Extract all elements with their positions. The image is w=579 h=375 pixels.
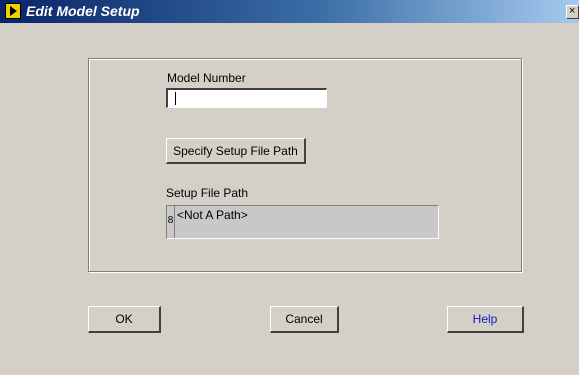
help-button[interactable]: Help bbox=[447, 306, 524, 333]
model-number-field[interactable] bbox=[166, 88, 327, 108]
app-icon bbox=[5, 3, 21, 19]
cancel-button[interactable]: Cancel bbox=[270, 306, 339, 333]
setup-file-path-field[interactable]: 8 <Not A Path> bbox=[166, 205, 439, 239]
close-button[interactable]: × bbox=[566, 5, 579, 19]
title-bar: Edit Model Setup × bbox=[0, 0, 579, 23]
specify-setup-file-path-button[interactable]: Specify Setup File Path bbox=[166, 138, 306, 164]
setup-file-path-value: <Not A Path> bbox=[177, 208, 248, 222]
path-browse-icon[interactable]: 8 bbox=[167, 206, 175, 238]
model-number-label: Model Number bbox=[167, 71, 246, 85]
setup-file-path-label: Setup File Path bbox=[166, 186, 249, 200]
text-caret bbox=[175, 92, 176, 105]
window-title: Edit Model Setup bbox=[26, 3, 140, 19]
ok-button[interactable]: OK bbox=[88, 306, 161, 333]
